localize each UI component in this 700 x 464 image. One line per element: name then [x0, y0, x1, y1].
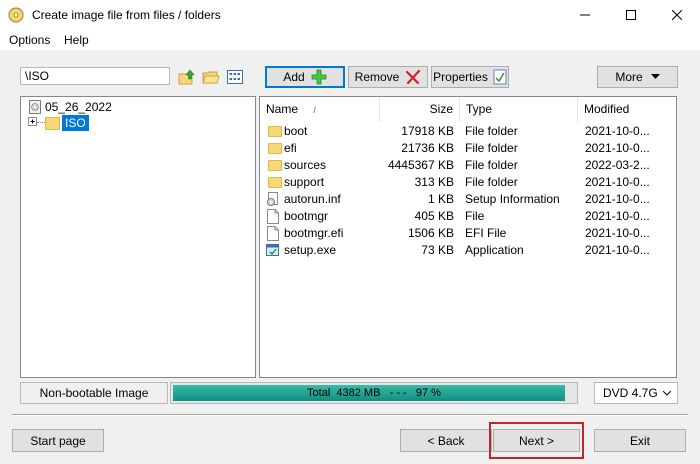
remove-button[interactable]: Remove — [348, 66, 428, 88]
remove-label: Remove — [354, 70, 400, 84]
exe-icon — [266, 244, 279, 256]
file-icon — [267, 209, 279, 224]
file-modified: 2021-10-0... — [585, 243, 650, 257]
column-header-size[interactable]: Size — [380, 97, 460, 122]
folder-icon — [268, 143, 282, 154]
capacity-bar: Total 4382 MB - - - 97 % — [170, 382, 578, 404]
folder-icon — [268, 160, 282, 171]
column-header-name[interactable]: Name / — [260, 97, 380, 122]
dropdown-arrow-icon — [650, 74, 660, 79]
sort-indicator: / — [313, 105, 316, 115]
tree-root-label[interactable]: 05_26_2022 — [45, 100, 112, 114]
tree-connector — [37, 122, 45, 123]
file-type: Setup Information — [465, 192, 560, 206]
file-list[interactable]: Name / Size Type Modified boot 17918 KB Fi… — [259, 96, 677, 378]
open-folder-icon[interactable] — [202, 68, 220, 86]
maximize-icon — [626, 10, 636, 20]
file-size: 21736 KB — [401, 141, 454, 155]
file-type: File folder — [465, 141, 518, 155]
file-name: sources — [284, 158, 327, 172]
properties-icon — [493, 69, 507, 85]
start-page-button[interactable]: Start page — [12, 429, 104, 452]
file-type: File folder — [465, 158, 518, 172]
menu-bar — [0, 30, 700, 50]
file-size: 1506 KB — [407, 226, 454, 240]
file-modified: 2021-10-0... — [585, 192, 650, 206]
tree-item-iso[interactable]: ISO — [62, 115, 89, 131]
red-x-icon — [406, 69, 421, 85]
app-disc-icon — [8, 7, 24, 23]
table-row[interactable]: bootmgr.efi 1506 KB EFI File 2021-10-0... — [260, 225, 676, 242]
file-type: EFI File — [465, 226, 507, 240]
window-title: Create image file from files / folders — [32, 8, 221, 22]
minimize-icon — [580, 14, 590, 16]
chevron-down-icon — [663, 391, 671, 396]
disc-image-icon — [29, 100, 41, 114]
file-name: bootmgr — [284, 209, 329, 223]
file-modified: 2021-10-0... — [585, 209, 650, 223]
add-button[interactable]: Add — [265, 66, 345, 88]
media-type-label: Non-bootable Image — [20, 382, 168, 404]
column-header-type[interactable]: Type — [460, 97, 578, 122]
table-row[interactable]: bootmgr 405 KB File 2021-10-0... — [260, 208, 676, 225]
plus-icon — [311, 69, 327, 85]
file-icon — [267, 226, 279, 241]
table-row[interactable]: setup.exe 73 KB Application 2021-10-0... — [260, 242, 676, 259]
file-type: File folder — [465, 175, 518, 189]
file-type: File folder — [465, 124, 518, 138]
disc-size-select[interactable]: DVD 4.7G — [594, 382, 678, 404]
table-row[interactable]: boot 17918 KB File folder 2021-10-0... — [260, 123, 676, 140]
file-modified: 2021-10-0... — [585, 141, 650, 155]
folder-icon — [45, 117, 60, 130]
column-header-modified[interactable]: Modified — [578, 97, 676, 122]
more-label: More — [615, 70, 643, 84]
file-modified: 2021-10-0... — [585, 226, 650, 240]
table-row[interactable]: sources 4445367 KB File folder 2022-03-2... — [260, 157, 676, 174]
file-size: 17918 KB — [401, 124, 454, 138]
file-name: setup.exe — [284, 243, 337, 257]
file-type: File — [465, 209, 485, 223]
properties-button[interactable]: Properties — [431, 66, 509, 88]
capacity-text: Total 4382 MB - - - 97 % — [307, 387, 441, 399]
folder-tree[interactable]: 05_26_2022 ISO — [20, 96, 256, 378]
table-row[interactable]: support 313 KB File folder 2021-10-0... — [260, 174, 676, 191]
maximize-button[interactable] — [608, 0, 654, 30]
menu-help[interactable]: Help — [64, 33, 89, 47]
file-size: 1 KB — [427, 192, 454, 206]
file-size: 405 KB — [414, 209, 454, 223]
file-modified: 2021-10-0... — [585, 124, 650, 138]
path-input[interactable] — [20, 67, 170, 85]
file-size: 4445367 KB — [387, 158, 454, 172]
folder-icon — [268, 177, 282, 188]
table-row[interactable]: autorun.inf 1 KB Setup Information 2021-10-… — [260, 191, 676, 208]
properties-label: Properties — [433, 70, 488, 84]
file-size: 73 KB — [421, 243, 454, 257]
table-row[interactable]: efi 21736 KB File folder 2021-10-0... — [260, 140, 676, 157]
add-label: Add — [283, 70, 305, 84]
more-button[interactable]: More — [597, 66, 678, 88]
file-size: 313 KB — [414, 175, 454, 189]
file-modified: 2022-03-2... — [585, 158, 650, 172]
gear-file-icon — [267, 192, 278, 206]
file-name: autorun.inf — [284, 192, 341, 206]
file-name: boot — [284, 124, 308, 138]
exit-button[interactable]: Exit — [594, 429, 686, 452]
close-button[interactable] — [654, 0, 700, 30]
menu-options[interactable]: Options — [9, 33, 50, 47]
divider — [12, 414, 688, 416]
close-icon — [672, 10, 682, 20]
file-name: support — [284, 175, 325, 189]
file-type: Application — [465, 243, 524, 257]
file-name: bootmgr.efi — [284, 226, 344, 240]
file-name: efi — [284, 141, 297, 155]
back-button[interactable]: < Back — [400, 429, 492, 452]
minimize-button[interactable] — [562, 0, 608, 30]
disc-size-value: DVD 4.7G — [603, 386, 658, 400]
folder-up-icon[interactable] — [178, 68, 196, 86]
next-button[interactable]: Next > — [493, 429, 580, 452]
view-grid-icon[interactable] — [226, 68, 244, 86]
file-modified: 2021-10-0... — [585, 175, 650, 189]
folder-icon — [268, 126, 282, 137]
